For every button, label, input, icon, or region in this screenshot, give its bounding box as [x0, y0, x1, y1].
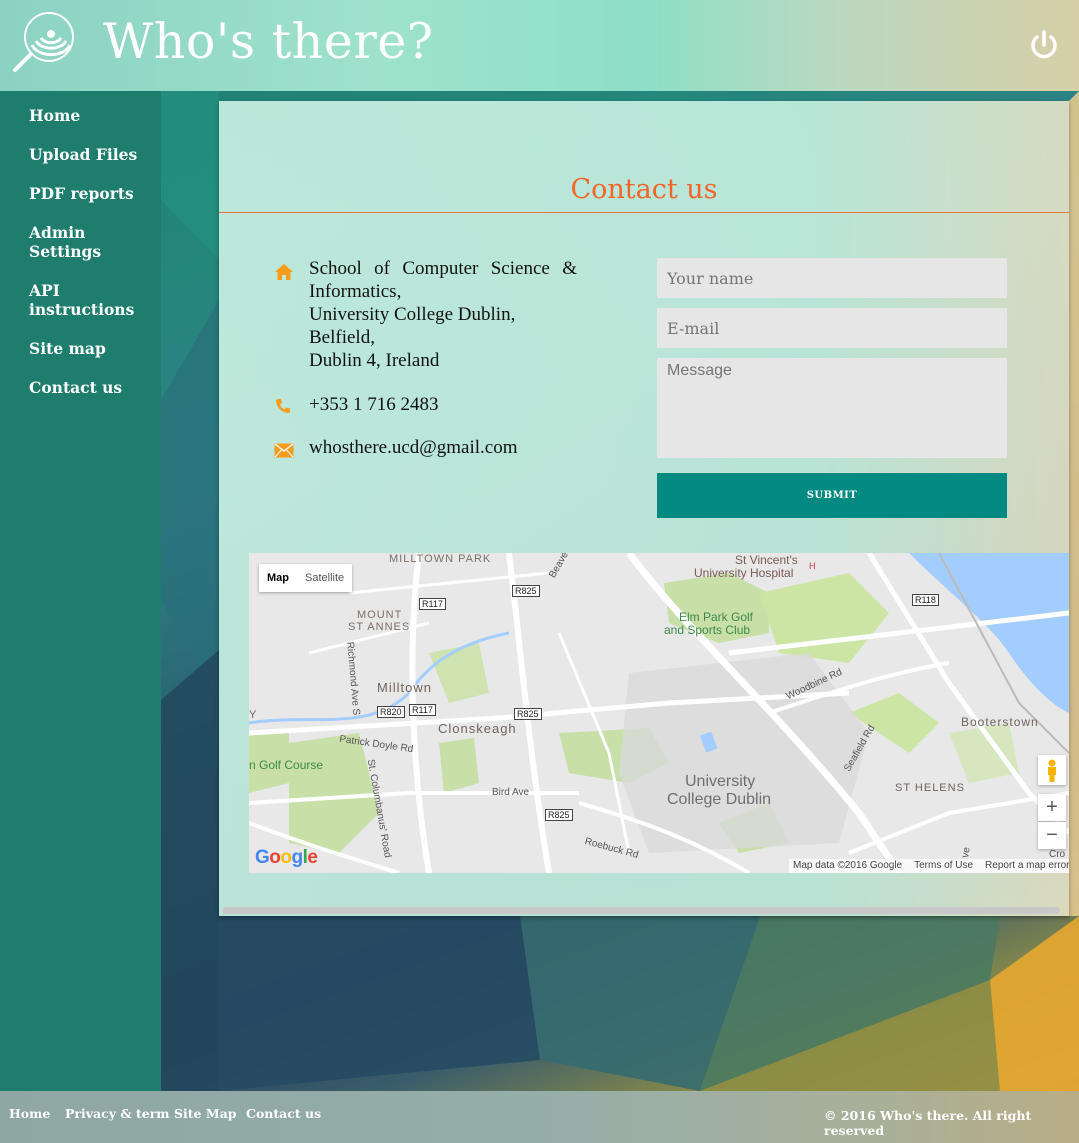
zoom-in-button[interactable]: + — [1038, 794, 1066, 821]
sidebar-item-api-instructions[interactable]: API instructions — [0, 281, 134, 319]
address-line: University College Dublin, — [309, 304, 516, 325]
map-label: College Dublin — [667, 791, 772, 808]
map-label: University — [685, 773, 756, 790]
road-shield: R117 — [419, 598, 446, 610]
hospital-icon: H — [809, 561, 816, 571]
radar-search-icon[interactable] — [11, 10, 77, 74]
phone-icon — [276, 399, 290, 413]
map-data-credit: Map data ©2016 Google — [793, 860, 903, 871]
title-divider — [219, 212, 1069, 213]
map-type-toggle: Map Satellite — [259, 564, 353, 592]
map-label: Booterstown — [961, 715, 1039, 729]
street-view-pegman-icon[interactable] — [1038, 755, 1066, 785]
power-icon[interactable] — [1028, 29, 1060, 61]
sidebar-item-pdf-reports[interactable]: PDF reports — [0, 184, 134, 203]
map-label: and Sports Club — [664, 623, 751, 637]
sidebar-nav: Home Upload Files PDF reports Admin Sett… — [0, 91, 161, 1091]
sidebar-item-home[interactable]: Home — [0, 106, 80, 125]
road-shield: R118 — [912, 594, 939, 606]
map-label: Elm Park Golf — [679, 610, 754, 624]
email-address[interactable]: whosthere.ucd@gmail.com — [309, 436, 518, 459]
map-label: ST ANNES — [348, 621, 411, 633]
map-label: University Hospital — [694, 566, 794, 580]
contact-card: Contact us School of Computer Science & … — [219, 101, 1069, 916]
map-label: MOUNT — [357, 609, 403, 621]
address-block: School of Computer Science & Informatics… — [309, 257, 577, 372]
map-label: Clonskeagh — [438, 721, 517, 736]
sidebar-item-admin-settings[interactable]: Admin Settings — [0, 223, 129, 261]
google-map[interactable]: Map Satellite MILLTOWN PARK Beaver St Vi… — [249, 553, 1069, 873]
map-label: ST HELENS — [895, 782, 965, 794]
map-label: MILLTOWN PARK — [389, 553, 492, 565]
app-header: Who's there? — [0, 0, 1079, 91]
sidebar-item-site-map[interactable]: Site map — [0, 339, 106, 358]
footer-link-privacy[interactable]: Privacy & term — [65, 1106, 170, 1121]
email-input[interactable] — [657, 308, 1007, 348]
address-line: Informatics, — [309, 281, 402, 302]
map-label: Bird Ave — [492, 787, 530, 798]
address-line: Dublin 4, Ireland — [309, 350, 440, 371]
road-shield: R825 — [545, 809, 573, 821]
road-shield: R825 — [512, 585, 540, 597]
map-label: St Vincent's — [735, 553, 798, 567]
map-label: n Golf Course — [249, 758, 324, 772]
site-title: Who's there? — [103, 13, 434, 70]
road-shield: R825 — [514, 708, 542, 720]
sidebar-item-upload-files[interactable]: Upload Files — [0, 145, 137, 164]
map-attribution: Map data ©2016 Google Terms of Use Repor… — [789, 859, 1069, 873]
map-type-map-button[interactable]: Map — [259, 564, 297, 592]
footer-link-site-map[interactable]: Site Map — [174, 1106, 237, 1121]
submit-button[interactable]: SUBMIT — [657, 473, 1007, 518]
phone-number: +353 1 716 2483 — [309, 394, 439, 415]
page-title: Contact us — [570, 174, 718, 205]
page-footer: Home Privacy & term Site Map Contact us … — [0, 1091, 1079, 1143]
report-map-error-link[interactable]: Report a map error — [985, 859, 1069, 873]
home-icon — [275, 264, 293, 280]
horizontal-scrollbar[interactable] — [222, 907, 1060, 914]
sidebar-item-contact-us[interactable]: Contact us — [0, 378, 122, 397]
footer-link-home[interactable]: Home — [9, 1106, 50, 1121]
zoom-out-button[interactable]: − — [1038, 822, 1066, 849]
map-label: Milltown — [377, 680, 432, 695]
footer-link-contact-us[interactable]: Contact us — [246, 1106, 321, 1121]
road-shield: R117 — [409, 704, 436, 716]
envelope-icon — [274, 443, 294, 458]
address-line: School of Computer Science & — [309, 258, 577, 279]
road-shield: R820 — [377, 706, 405, 718]
google-logo[interactable]: Google — [255, 847, 318, 869]
address-line: Belfield, — [309, 327, 375, 348]
name-input[interactable] — [657, 258, 1007, 298]
map-label: ve — [959, 846, 973, 859]
message-input[interactable] — [657, 358, 1007, 458]
map-type-satellite-button[interactable]: Satellite — [297, 564, 352, 592]
terms-of-use-link[interactable]: Terms of Use — [914, 859, 973, 873]
map-label: Y — [249, 709, 257, 721]
copyright-text: © 2016 Who's there. All right reserved — [824, 1108, 1032, 1138]
map-canvas[interactable] — [249, 553, 1069, 873]
